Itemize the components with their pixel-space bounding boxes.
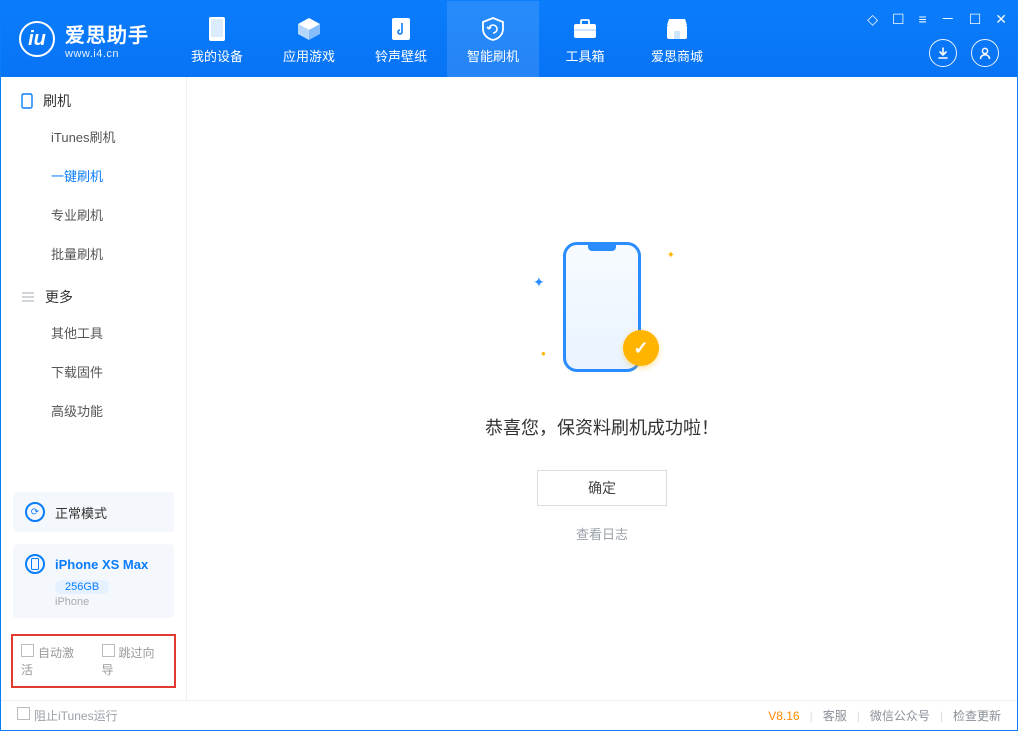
section-title: 更多: [45, 287, 73, 307]
sparkle-icon: ●: [541, 349, 546, 358]
maximize-button[interactable]: ☐: [969, 11, 982, 28]
checkbox-block-itunes[interactable]: 阻止iTunes运行: [17, 707, 118, 724]
mode-icon: ⟳: [25, 502, 45, 522]
nav-ringtones-wallpapers[interactable]: 铃声壁纸: [355, 1, 447, 77]
mode-label: 正常模式: [55, 503, 107, 522]
sidebar-item-pro-flash[interactable]: 专业刷机: [1, 195, 186, 234]
cube-icon: [296, 14, 322, 44]
sidebar-item-itunes-flash[interactable]: iTunes刷机: [1, 117, 186, 156]
sidebar-section-more: 更多: [1, 273, 186, 313]
device-name: iPhone XS Max: [55, 557, 148, 572]
nav-my-device[interactable]: 我的设备: [171, 1, 263, 77]
sidebar-section-flash: 刷机: [1, 77, 186, 117]
nav-label: 铃声壁纸: [375, 46, 427, 65]
logo-block: iu 爱思助手 www.i4.cn: [1, 1, 171, 77]
header-actions: [929, 39, 999, 67]
checkbox-skip-guide[interactable]: 跳过向导: [102, 644, 167, 678]
body: 刷机 iTunes刷机 一键刷机 专业刷机 批量刷机 更多 其他工具 下载固件 …: [1, 77, 1017, 700]
sparkle-icon: ✦: [533, 274, 545, 291]
checkbox-icon: [21, 644, 34, 657]
sidebar-item-batch-flash[interactable]: 批量刷机: [1, 234, 186, 273]
footer: 阻止iTunes运行 V8.16 | 客服 | 微信公众号 | 检查更新: [1, 700, 1017, 730]
success-message: 恭喜您，保资料刷机成功啦！: [485, 414, 719, 440]
nav-label: 应用游戏: [283, 46, 335, 65]
skin-icon[interactable]: ◇: [867, 11, 878, 28]
phone-icon: [21, 93, 33, 109]
nav-toolbox[interactable]: 工具箱: [539, 1, 631, 77]
device-icon: [207, 14, 227, 44]
download-button[interactable]: [929, 39, 957, 67]
window-controls: ◇ ☐ ≡ － ☐ ✕: [867, 9, 1007, 29]
app-header: iu 爱思助手 www.i4.cn 我的设备 应用游戏 铃声壁纸: [1, 1, 1017, 77]
main-content: ✦ ✦ ● ✓ 恭喜您，保资料刷机成功啦！ 确定 查看日志: [187, 77, 1017, 700]
footer-link-update[interactable]: 检查更新: [953, 707, 1001, 724]
footer-link-support[interactable]: 客服: [823, 707, 847, 724]
feedback-icon[interactable]: ☐: [892, 11, 905, 28]
sidebar-item-oneclick-flash[interactable]: 一键刷机: [1, 156, 186, 195]
toolbox-icon: [572, 14, 598, 44]
logo-text: 爱思助手 www.i4.cn: [65, 19, 149, 60]
device-icon: [25, 554, 45, 574]
device-type: iPhone: [55, 596, 89, 608]
flash-options-row: 自动激活 跳过向导: [11, 634, 176, 688]
user-button[interactable]: [971, 39, 999, 67]
view-log-link[interactable]: 查看日志: [576, 524, 628, 543]
nav-label: 我的设备: [191, 46, 243, 65]
mode-card[interactable]: ⟳ 正常模式: [13, 492, 174, 532]
nav-store[interactable]: 爱思商城: [631, 1, 723, 77]
checkbox-icon: [17, 707, 30, 720]
sidebar-item-download-firmware[interactable]: 下载固件: [1, 352, 186, 391]
close-button[interactable]: ✕: [995, 11, 1007, 28]
device-card[interactable]: iPhone XS Max 256GB iPhone: [13, 544, 174, 618]
nav-label: 工具箱: [565, 46, 604, 65]
nav-apps-games[interactable]: 应用游戏: [263, 1, 355, 77]
sidebar-item-advanced[interactable]: 高级功能: [1, 391, 186, 430]
menu-icon[interactable]: ≡: [919, 11, 927, 27]
app-name-cn: 爱思助手: [65, 19, 149, 48]
footer-link-wechat[interactable]: 微信公众号: [870, 707, 930, 724]
sidebar: 刷机 iTunes刷机 一键刷机 专业刷机 批量刷机 更多 其他工具 下载固件 …: [1, 77, 187, 700]
logo-icon: iu: [19, 21, 55, 57]
refresh-shield-icon: [480, 14, 506, 44]
checkbox-auto-activate[interactable]: 自动激活: [21, 644, 86, 678]
section-title: 刷机: [43, 91, 71, 111]
checkbox-icon: [102, 644, 115, 657]
top-nav: 我的设备 应用游戏 铃声壁纸 智能刷机 工具箱: [171, 1, 723, 77]
success-illustration: ✦ ✦ ● ✓: [527, 234, 677, 384]
check-badge-icon: ✓: [623, 330, 659, 366]
device-capacity: 256GB: [55, 580, 109, 594]
app-name-en: www.i4.cn: [65, 48, 149, 60]
nav-smart-flash[interactable]: 智能刷机: [447, 1, 539, 77]
music-icon: [390, 14, 412, 44]
sidebar-item-other-tools[interactable]: 其他工具: [1, 313, 186, 352]
nav-label: 智能刷机: [467, 46, 519, 65]
nav-label: 爱思商城: [651, 46, 703, 65]
ok-button[interactable]: 确定: [537, 470, 667, 506]
version-label: V8.16: [768, 709, 799, 723]
minimize-button[interactable]: －: [941, 9, 955, 29]
list-icon: [21, 291, 35, 303]
store-icon: [664, 14, 690, 44]
sparkle-icon: ✦: [667, 250, 675, 261]
